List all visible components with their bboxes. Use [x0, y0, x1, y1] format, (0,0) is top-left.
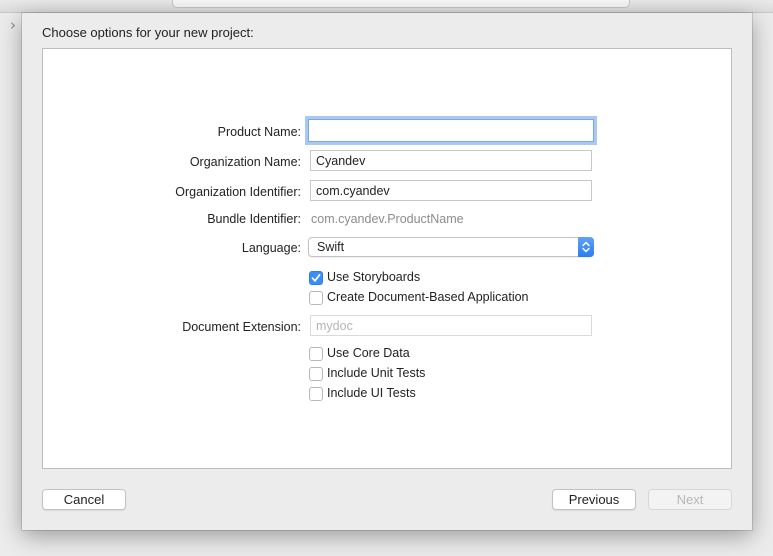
product-name-label: Product Name: — [217, 125, 301, 139]
product-name-field[interactable] — [308, 119, 594, 142]
chevron-right-icon[interactable]: › — [10, 16, 16, 34]
toolbar-activity-field — [172, 0, 630, 8]
use-core-data-checkbox[interactable] — [309, 347, 323, 361]
previous-button[interactable]: Previous — [552, 489, 636, 510]
use-core-data-label[interactable]: Use Core Data — [327, 346, 410, 360]
document-based-checkbox[interactable] — [309, 291, 323, 305]
language-popup[interactable]: Swift — [308, 237, 594, 257]
use-storyboards-label[interactable]: Use Storyboards — [327, 270, 420, 284]
new-project-sheet: Choose options for your new project: Pro… — [22, 13, 752, 530]
organization-name-field[interactable] — [310, 150, 592, 171]
unit-tests-label[interactable]: Include Unit Tests — [327, 366, 425, 380]
bundle-identifier-label: Bundle Identifier: — [207, 212, 301, 226]
ui-tests-checkbox[interactable] — [309, 387, 323, 401]
window-titlebar — [0, 0, 773, 13]
unit-tests-checkbox[interactable] — [309, 367, 323, 381]
organization-identifier-label: Organization Identifier: — [175, 185, 301, 199]
next-button[interactable]: Next — [648, 489, 732, 510]
organization-identifier-field[interactable] — [310, 180, 592, 201]
document-extension-label: Document Extension: — [182, 320, 301, 334]
bundle-identifier-value: com.cyandev.ProductName — [311, 212, 464, 226]
language-selected-value: Swift — [317, 240, 345, 254]
document-based-label[interactable]: Create Document-Based Application — [327, 290, 529, 304]
options-panel: Product Name: Organization Name: Organiz… — [42, 48, 732, 469]
cancel-button[interactable]: Cancel — [42, 489, 126, 510]
ui-tests-label[interactable]: Include UI Tests — [327, 386, 416, 400]
sheet-title: Choose options for your new project: — [42, 25, 254, 40]
checkmark-icon — [311, 273, 321, 282]
organization-name-label: Organization Name: — [189, 155, 301, 169]
popup-arrows-icon — [578, 237, 594, 257]
language-label: Language: — [241, 241, 301, 255]
document-extension-field[interactable] — [310, 315, 592, 336]
use-storyboards-checkbox[interactable] — [309, 271, 323, 285]
